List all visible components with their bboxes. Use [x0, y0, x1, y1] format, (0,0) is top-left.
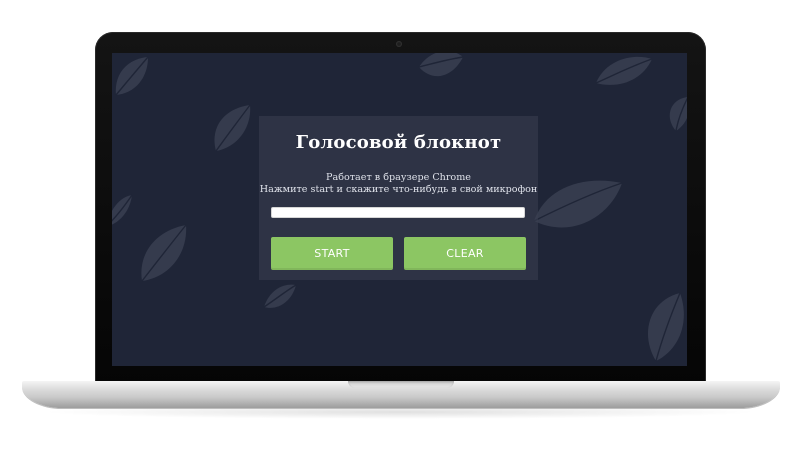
- leaf-icon: [112, 194, 133, 225]
- leaf-icon: [533, 180, 623, 228]
- browser-hint: Работает в браузере Chrome: [326, 172, 471, 183]
- laptop-screen: Голосовой блокнот Работает в браузере Ch…: [112, 53, 687, 366]
- leaf-icon: [141, 224, 187, 282]
- leaf-icon: [595, 56, 653, 85]
- leaf-icon: [115, 56, 149, 96]
- page-title: Голосовой блокнот: [295, 132, 502, 153]
- voice-text-input[interactable]: [271, 207, 525, 218]
- laptop-base: [22, 381, 780, 408]
- leaf-icon: [263, 284, 297, 308]
- usage-hint: Нажмите start и скажите что-нибудь в сво…: [259, 184, 538, 195]
- leaf-icon: [648, 292, 684, 362]
- notepad-card: Голосовой блокнот Работает в браузере Ch…: [259, 116, 538, 280]
- laptop-mockup: Голосовой блокнот Работает в браузере Ch…: [0, 0, 800, 450]
- start-button[interactable]: START: [271, 237, 393, 270]
- laptop-lid: Голосовой блокнот Работает в браузере Ch…: [95, 32, 706, 385]
- leaf-icon: [669, 97, 687, 132]
- camera-icon: [396, 41, 402, 47]
- clear-button[interactable]: CLEAR: [404, 237, 526, 270]
- laptop-base-notch: [348, 381, 454, 388]
- leaf-icon: [418, 53, 464, 76]
- leaf-icon: [214, 104, 251, 152]
